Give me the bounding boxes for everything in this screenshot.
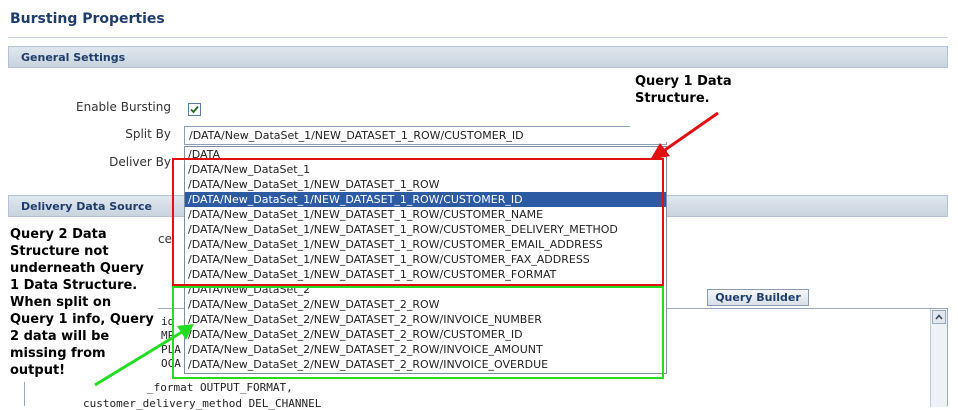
annotation-arrows (94, 111, 719, 387)
green-arrow-icon (94, 324, 194, 387)
red-arrow-icon (650, 111, 719, 160)
